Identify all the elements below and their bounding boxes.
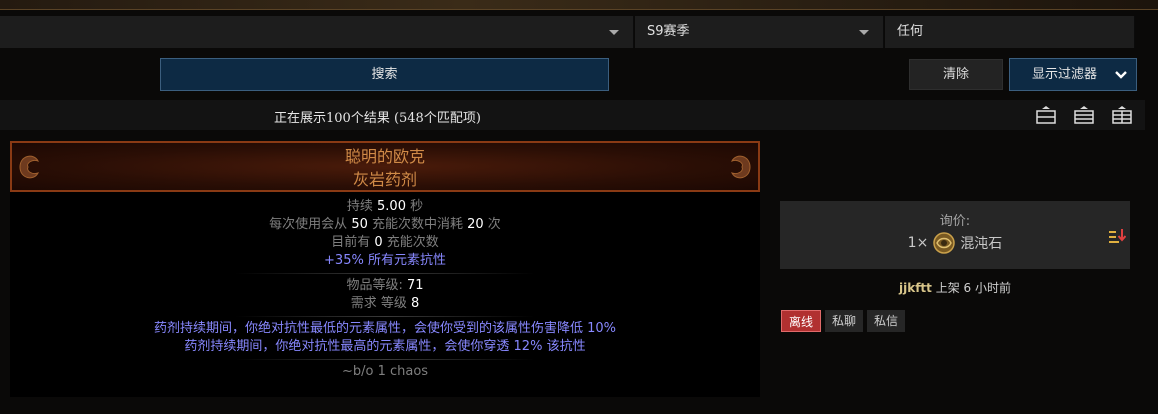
explicit-mod: 药剂持续期间，你绝对抗性最低的元素属性，会使你受到的该属性伤害降低 10%	[153, 321, 617, 336]
league-select-value: S9赛季	[647, 24, 690, 39]
view-toggle-group	[1035, 105, 1133, 125]
results-summary: 正在展示100个结果 (548个匹配项)	[274, 111, 481, 126]
price-label: 询价:	[939, 214, 971, 229]
item-card[interactable]: 聪明的欧克 灰岩药剂 持续 5.00 秒 每次使用会从 50 充能次数中消耗 2…	[10, 141, 760, 397]
price-panel: 询价: 1× 混沌石	[780, 201, 1130, 269]
charges-current-line: 目前有 0 充能次数	[331, 235, 439, 250]
whisper-button[interactable]: 私聊	[825, 310, 864, 332]
top-banner	[0, 0, 1158, 10]
chevron-down-icon	[609, 30, 619, 35]
status-select[interactable]: 任何	[885, 16, 1135, 48]
offline-badge: 离线	[781, 310, 822, 332]
league-select[interactable]: S9赛季	[635, 16, 884, 48]
explicit-mod: 药剂持续期间，你绝对抗性最高的元素属性，会使你穿透 12% 该抗性	[184, 339, 586, 354]
requirement-line: 需求 等级 8	[350, 296, 420, 311]
implicit-mod: +35% 所有元素抗性	[324, 253, 446, 268]
show-filters-label: 显示过滤器	[1032, 67, 1098, 82]
duration-line: 持续 5.00 秒	[346, 199, 424, 214]
separator	[235, 273, 535, 274]
item-type-select[interactable]	[0, 16, 634, 48]
view-expanded-icon[interactable]	[1111, 105, 1133, 125]
price-currency: 混沌石	[960, 236, 1003, 252]
separator	[235, 359, 535, 360]
view-normal-icon[interactable]	[1073, 105, 1095, 125]
item-level-line: 物品等级: 71	[346, 278, 424, 293]
chevron-down-icon	[1106, 59, 1136, 90]
view-compact-icon[interactable]	[1035, 105, 1057, 125]
status-select-value: 任何	[897, 24, 924, 39]
sort-icon[interactable]	[1108, 227, 1126, 245]
filter-row: S9赛季 任何	[0, 16, 1135, 48]
separator	[235, 316, 535, 317]
seller-info: jjkftt 上架 6 小时前	[780, 279, 1130, 296]
seller-actions: 离线 私聊 私信	[781, 310, 906, 332]
item-properties: 持续 5.00 秒 每次使用会从 50 充能次数中消耗 20 次 目前有 0 充…	[10, 198, 760, 381]
seller-account[interactable]: jjkftt	[899, 281, 932, 295]
show-filters-button[interactable]: 显示过滤器	[1009, 58, 1137, 91]
clear-button[interactable]: 清除	[909, 59, 1003, 90]
item-base-type: 灰岩药剂	[352, 170, 417, 189]
item-header: 聪明的欧克 灰岩药剂	[10, 141, 760, 192]
price-value: 1× 混沌石	[780, 231, 1130, 255]
search-button[interactable]: 搜索	[160, 58, 609, 91]
chaos-orb-icon	[933, 232, 956, 254]
message-button[interactable]: 私信	[867, 310, 906, 332]
price-note: ~b/o 1 chaos	[341, 364, 429, 379]
charges-consume-line: 每次使用会从 50 充能次数中消耗 20 次	[269, 217, 501, 232]
results-bar: 正在展示100个结果 (548个匹配项)	[0, 100, 1145, 130]
chevron-down-icon	[859, 30, 869, 35]
listed-time: 上架 6 小时前	[931, 281, 1011, 295]
item-name: 聪明的欧克	[344, 147, 425, 166]
price-amount: 1×	[907, 235, 929, 251]
